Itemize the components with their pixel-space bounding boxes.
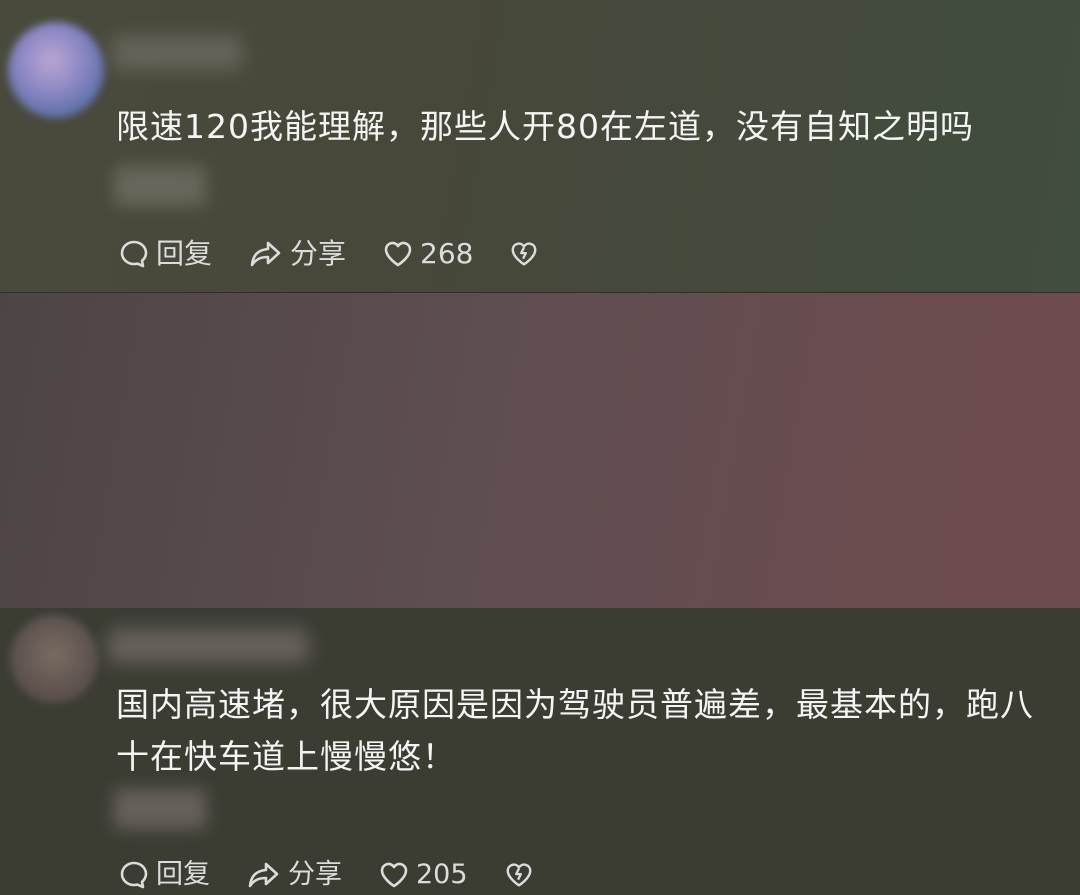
broken-heart-icon xyxy=(506,863,532,887)
share-icon xyxy=(250,241,281,267)
comment-meta-blurred xyxy=(114,789,206,829)
comment-feed: 限速120我能理解，那些人开80在左道，没有自知之明吗 回复 分享 268 国内… xyxy=(0,0,1080,890)
reply-icon xyxy=(120,861,148,889)
like-button[interactable]: 205 xyxy=(378,855,468,895)
like-button[interactable]: 268 xyxy=(382,234,473,274)
comment-meta-blurred xyxy=(114,166,206,206)
reply-label: 回复 xyxy=(156,237,213,270)
broken-heart-icon xyxy=(512,242,537,266)
username-blurred[interactable] xyxy=(112,36,242,70)
share-button[interactable]: 分享 xyxy=(248,234,346,274)
reply-label: 回复 xyxy=(156,859,210,890)
like-count: 268 xyxy=(420,237,474,270)
share-button[interactable]: 分享 xyxy=(246,855,342,895)
comment-item: 限速120我能理解，那些人开80在左道，没有自知之明吗 回复 分享 268 xyxy=(0,0,1080,293)
comment-actions: 回复 分享 268 xyxy=(118,234,581,274)
dislike-button[interactable] xyxy=(504,860,540,890)
reply-button[interactable]: 回复 xyxy=(118,855,210,895)
avatar[interactable] xyxy=(8,22,104,118)
reply-icon xyxy=(120,240,148,268)
share-icon xyxy=(248,862,279,888)
username-blurred[interactable] xyxy=(108,629,308,663)
heart-icon xyxy=(384,241,412,267)
dislike-button[interactable] xyxy=(509,239,545,269)
share-label: 分享 xyxy=(290,237,347,270)
heart-icon xyxy=(380,862,408,888)
reply-button[interactable]: 回复 xyxy=(118,234,212,274)
comment-actions: 回复 分享 205 xyxy=(118,855,576,895)
comment-item: 国内高速堵，很大原因是因为驾驶员普遍差，最基本的，跑八十在快车道上慢慢悠！ 回复… xyxy=(0,293,1080,890)
comment-text: 限速120我能理解，那些人开80在左道，没有自知之明吗 xyxy=(116,107,974,146)
share-label: 分享 xyxy=(288,859,342,890)
avatar[interactable] xyxy=(10,615,98,703)
like-count: 205 xyxy=(416,859,468,890)
comment-text: 国内高速堵，很大原因是因为驾驶员普遍差，最基本的，跑八十在快车道上慢慢悠！ xyxy=(116,685,1034,776)
